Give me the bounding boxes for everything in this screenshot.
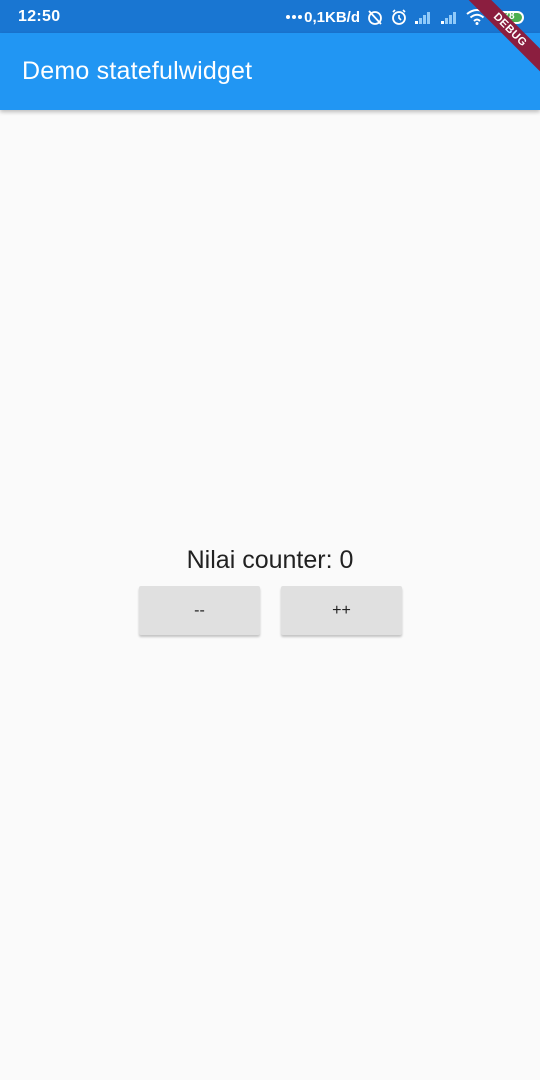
net-speed-text: 0,1KB/d — [304, 8, 360, 26]
status-bar: 12:50 0,1KB/d 78 — [0, 0, 540, 33]
status-time: 12:50 — [18, 8, 61, 25]
net-speed: 0,1KB/d — [286, 9, 360, 26]
main-content: Nilai counter: 0 -- ++ — [0, 110, 540, 1080]
wifi-icon — [466, 9, 488, 25]
app-bar: Demo statefulwidget — [0, 33, 540, 110]
counter-label: Nilai counter: 0 — [186, 546, 354, 574]
more-dots-icon — [286, 15, 303, 19]
battery-level: 78 — [503, 11, 515, 22]
alarm-icon — [390, 8, 408, 26]
signal-icon-2 — [440, 10, 460, 24]
app-title: Demo statefulwidget — [22, 57, 253, 85]
signal-icon — [414, 10, 434, 24]
increment-button[interactable]: ++ — [281, 586, 402, 635]
decrement-button[interactable]: -- — [139, 586, 260, 635]
battery-icon: 78 — [494, 10, 524, 24]
alarm-off-icon — [366, 8, 384, 26]
status-icons: 0,1KB/d 78 — [286, 6, 524, 28]
